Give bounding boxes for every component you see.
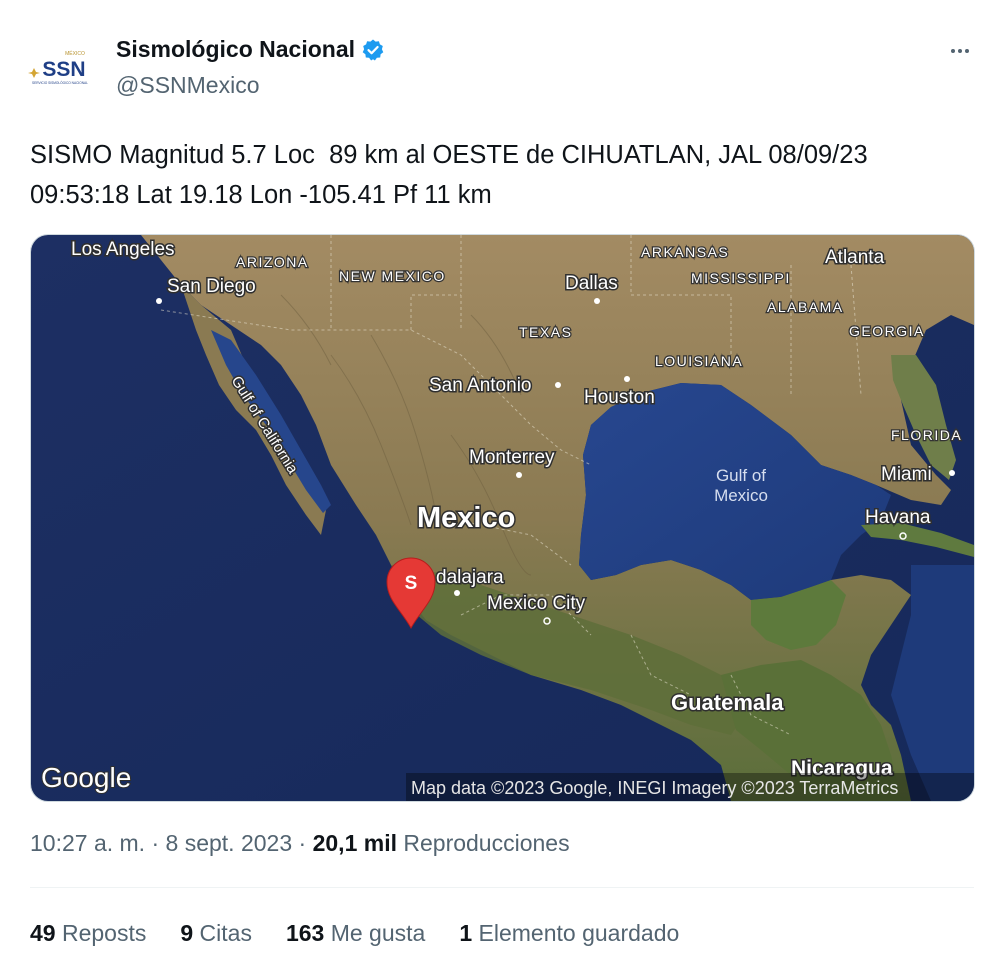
map-label-gulf-of-mexico-2: Mexico [714,486,768,505]
reposts-count: 49 [30,920,56,946]
tweet-time[interactable]: 10:27 a. m. [30,830,145,857]
verified-badge-icon [361,38,385,62]
divider [30,887,974,888]
map-label-arizona: ARIZONA [236,254,309,270]
map-label-texas: TEXAS [519,324,572,340]
map-label-mexico: Mexico [417,502,515,534]
views-label: Reproducciones [396,830,570,856]
avatar[interactable]: MÉXICO SSN SERVICIO SISMOLÓGICO NACIONAL [28,42,92,106]
more-options-icon[interactable] [944,36,976,66]
reposts-stat[interactable]: 49 Reposts [30,920,146,947]
likes-stat[interactable]: 163 Me gusta [286,920,425,947]
map-image[interactable]: Los Angeles San Diego ARIZONA NEW MEXICO… [30,234,975,802]
dallas-dot [594,298,600,304]
map-label-mexico-city: Mexico City [487,593,586,614]
map-label-dallas: Dallas [565,273,618,294]
map-label-miami: Miami [881,464,932,485]
avatar-sub-text: SERVICIO SISMOLÓGICO NACIONAL [32,80,88,85]
map-label-atlanta: Atlanta [825,247,885,268]
map-label-guatemala: Guatemala [671,690,784,715]
map-attribution: Map data ©2023 Google, INEGI Imagery ©20… [411,778,898,798]
avatar-logo-text: SSN [42,58,85,81]
map-label-new-mexico: NEW MEXICO [339,268,446,284]
likes-count: 163 [285,920,325,946]
meta-separator: · [292,830,313,856]
bookmarks-stat[interactable]: 1 Elemento guardado [459,920,679,947]
bookmarks-count: 1 [459,920,473,946]
map-label-georgia: GEORGIA [849,323,925,339]
bookmarks-label: Elemento guardado [472,920,680,946]
map-label-arkansas: ARKANSAS [641,244,729,260]
marker-letter: S [405,573,418,594]
map-label-havana: Havana [865,507,931,528]
san-antonio-dot [555,382,561,388]
map-label-mississippi: MISSISSIPPI [691,270,791,286]
tweet-meta: 10:27 a. m. · 8 sept. 2023 · 20,1 mil Re… [30,830,570,857]
map-label-san-antonio: San Antonio [429,375,531,396]
views-count: 20,1 mil [312,830,397,856]
account-handle[interactable]: @SSNMexico [116,72,260,99]
map-label-louisiana: LOUISIANA [655,353,743,369]
quotes-count: 9 [180,920,194,946]
reposts-label: Reposts [55,920,147,946]
map-label-san-diego: San Diego [167,276,256,297]
map-label-monterrey: Monterrey [469,447,555,468]
map-label-guadalajara: dalajara [436,567,504,588]
engagement-stats: 49 Reposts 9 Citas 163 Me gusta 1 Elemen… [30,920,679,947]
tweet-header: MÉXICO SSN SERVICIO SISMOLÓGICO NACIONAL… [0,0,1000,120]
monterrey-dot [516,472,522,478]
avatar-top-text: MÉXICO [65,50,85,57]
san-diego-dot [156,298,162,304]
tweet-text: SISMO Magnitud 5.7 Loc 89 km al OESTE de… [30,141,868,209]
map-label-los-angeles: Los Angeles [71,239,175,260]
map-label-houston: Houston [584,387,655,408]
houston-dot [624,376,630,382]
map-label-florida: FLORIDA [891,427,962,443]
account-name[interactable]: Sismológico Nacional [116,36,355,63]
tweet-date[interactable]: 8 sept. 2023 [166,830,293,857]
meta-separator: · [145,830,166,856]
likes-label: Me gusta [324,920,426,946]
google-logo: Google [41,762,131,793]
ssn-logo: MÉXICO SSN SERVICIO SISMOLÓGICO NACIONAL [28,42,92,106]
miami-dot [949,470,955,476]
quotes-label: Citas [193,920,252,946]
map-label-gulf-of-mexico-1: Gulf of [716,466,766,485]
guadalajara-dot [454,590,460,596]
map-label-alabama: ALABAMA [767,299,844,315]
quotes-stat[interactable]: 9 Citas [180,920,252,947]
